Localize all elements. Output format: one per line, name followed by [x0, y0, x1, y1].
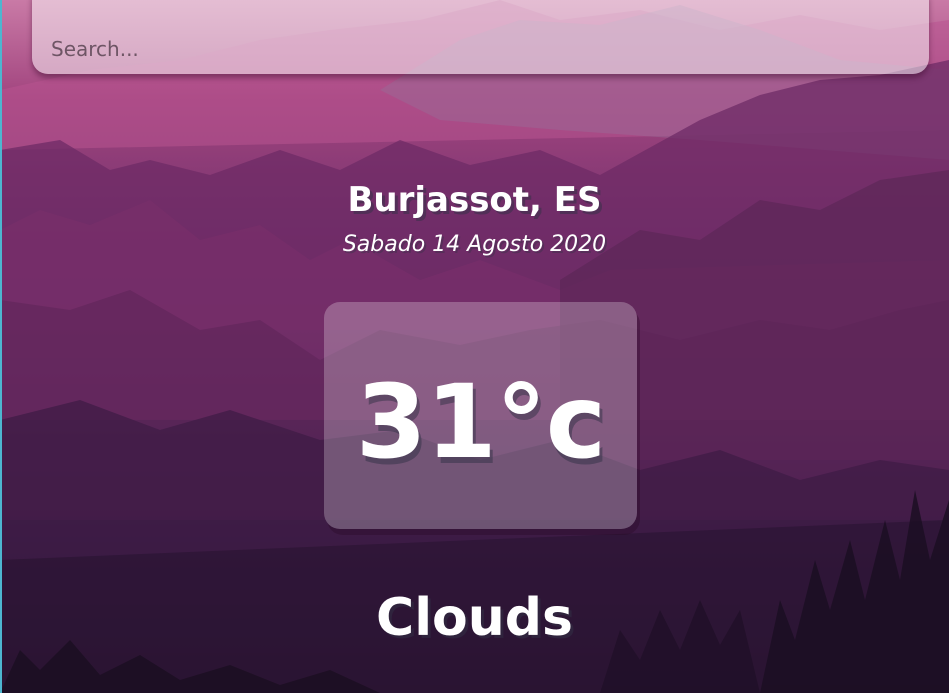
temperature-card: 31°c: [324, 302, 637, 529]
weather-app: Burjassot, ES Sabado 14 Agosto 2020 31°c…: [0, 0, 949, 693]
search-box: [32, 0, 929, 74]
location-box: Burjassot, ES Sabado 14 Agosto 2020: [0, 178, 949, 260]
weather-condition: Clouds: [376, 588, 573, 648]
current-date: Sabado 14 Agosto 2020: [342, 232, 607, 257]
search-input[interactable]: [32, 0, 929, 74]
temperature-value: 31°c: [355, 362, 606, 482]
location-name: Burjassot, ES: [347, 180, 602, 220]
